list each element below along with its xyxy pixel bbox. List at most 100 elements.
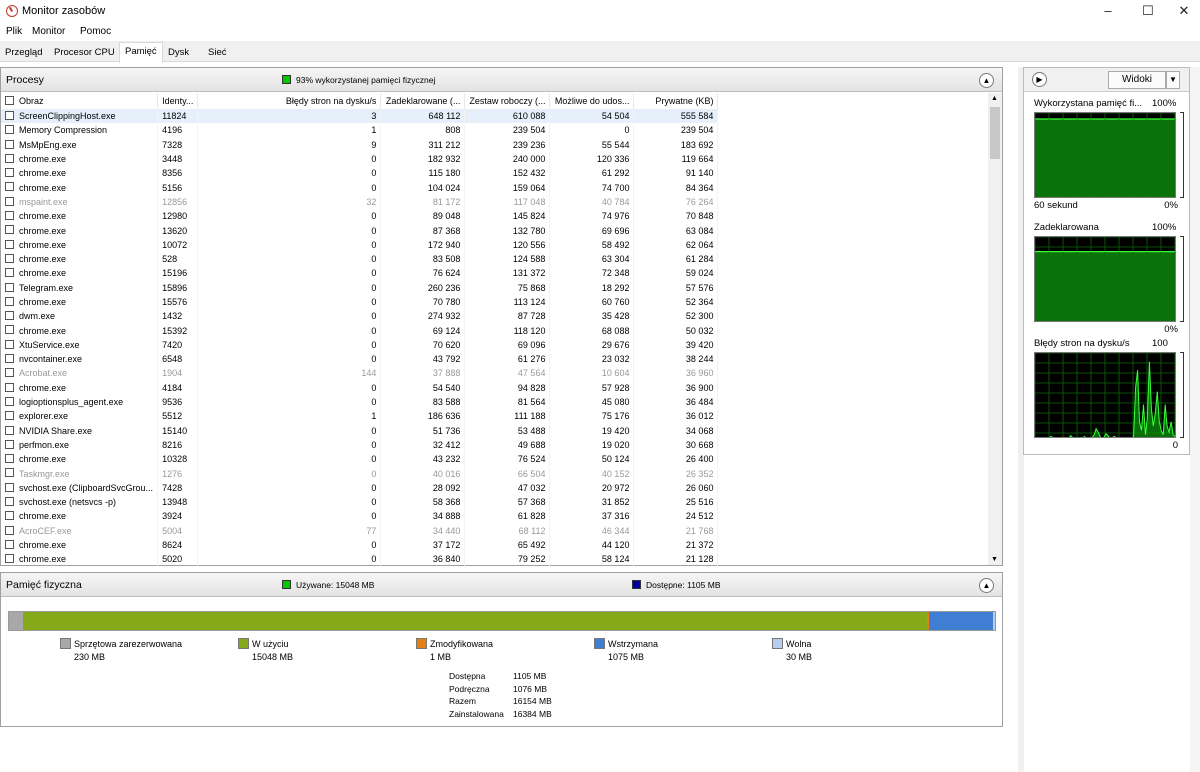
- process-name[interactable]: svchost.exe (netsvcs -p): [1, 495, 159, 510]
- process-name[interactable]: chrome.exe: [1, 509, 159, 524]
- table-row[interactable]: svchost.exe (netsvcs -p) 13948 0 58 368 57 3…: [1, 495, 719, 510]
- process-name[interactable]: dwm.exe: [1, 309, 159, 324]
- process-name[interactable]: chrome.exe: [1, 151, 159, 167]
- process-name[interactable]: chrome.exe: [1, 223, 159, 238]
- table-row[interactable]: Telegram.exe 15896 0 260 236 75 868 18 292 57 …: [1, 280, 719, 295]
- process-name[interactable]: perfmon.exe: [1, 437, 159, 453]
- process-checkbox[interactable]: [5, 482, 14, 492]
- table-row[interactable]: svchost.exe (ClipboardSvcGrou... 7428 0 28 …: [1, 480, 719, 496]
- collapse-processes-icon[interactable]: ▲: [979, 73, 994, 88]
- table-row[interactable]: chrome.exe 5020 0 36 840 79 252 58 124 21 128: [1, 552, 719, 567]
- process-name[interactable]: chrome.exe: [1, 237, 159, 252]
- process-name[interactable]: NVIDIA Share.exe: [1, 423, 159, 438]
- menu-plik[interactable]: Plik: [6, 26, 22, 37]
- process-name[interactable]: chrome.exe: [1, 294, 159, 310]
- process-checkbox[interactable]: [5, 525, 14, 535]
- scroll-thumb[interactable]: [990, 107, 1000, 159]
- process-checkbox[interactable]: [5, 139, 14, 149]
- table-row[interactable]: Acrobat.exe 1904 144 37 888 47 564 10 604 36 9…: [1, 366, 719, 381]
- table-row[interactable]: explorer.exe 5512 1 186 636 111 188 75 176 36 …: [1, 409, 719, 424]
- process-checkbox[interactable]: [5, 253, 14, 263]
- process-name[interactable]: chrome.exe: [1, 452, 159, 467]
- table-row[interactable]: nvcontainer.exe 6548 0 43 792 61 276 23 032 38…: [1, 352, 719, 367]
- process-name[interactable]: chrome.exe: [1, 251, 159, 267]
- table-row[interactable]: chrome.exe 8356 0 115 180 152 432 61 292 91 14…: [1, 166, 719, 181]
- process-checkbox[interactable]: [5, 125, 14, 135]
- process-name[interactable]: MsMpEng.exe: [1, 137, 159, 152]
- process-name[interactable]: AcroCEF.exe: [1, 523, 159, 538]
- process-name[interactable]: svchost.exe (ClipboardSvcGrou...: [1, 480, 159, 496]
- table-row[interactable]: chrome.exe 8624 0 37 172 65 492 44 120 21 372: [1, 537, 719, 553]
- table-row[interactable]: chrome.exe 15576 0 70 780 113 124 60 760 52 36…: [1, 294, 719, 310]
- process-name[interactable]: chrome.exe: [1, 552, 159, 567]
- process-checkbox[interactable]: [5, 497, 14, 507]
- table-row[interactable]: dwm.exe 1432 0 274 932 87 728 35 428 52 300: [1, 309, 719, 324]
- table-row[interactable]: NVIDIA Share.exe 15140 0 51 736 53 488 19 420…: [1, 423, 719, 438]
- process-checkbox[interactable]: [5, 211, 14, 221]
- process-name[interactable]: chrome.exe: [1, 166, 159, 181]
- menu-pomoc[interactable]: Pomoc: [80, 26, 111, 37]
- table-row[interactable]: chrome.exe 528 0 83 508 124 588 63 304 61 284: [1, 251, 719, 267]
- table-row[interactable]: Taskmgr.exe 1276 0 40 016 66 504 40 152 26 352: [1, 466, 719, 481]
- table-row[interactable]: chrome.exe 10072 0 172 940 120 556 58 492 62 0…: [1, 237, 719, 252]
- process-checkbox[interactable]: [5, 396, 14, 406]
- table-row[interactable]: logioptionsplus_agent.exe 9536 0 83 588 81 5…: [1, 394, 719, 410]
- process-name[interactable]: chrome.exe: [1, 537, 159, 553]
- process-checkbox[interactable]: [5, 182, 14, 192]
- process-name[interactable]: explorer.exe: [1, 409, 159, 424]
- process-name[interactable]: Acrobat.exe: [1, 366, 159, 381]
- process-checkbox[interactable]: [5, 282, 14, 292]
- table-row[interactable]: ScreenClippingHost.exe 11824 3 648 112 610 0…: [1, 109, 719, 124]
- process-name[interactable]: Taskmgr.exe: [1, 466, 159, 481]
- process-checkbox[interactable]: [5, 339, 14, 349]
- column-header-commit[interactable]: Zadeklarowane (...: [380, 93, 466, 109]
- column-header-image[interactable]: Obraz: [1, 93, 159, 109]
- process-checkbox[interactable]: [5, 296, 14, 306]
- process-name[interactable]: nvcontainer.exe: [1, 352, 159, 367]
- tab-memory[interactable]: Pamięć: [119, 42, 163, 63]
- sidebar-scrollbar[interactable]: [1190, 67, 1200, 772]
- process-checkbox[interactable]: [5, 354, 14, 364]
- column-header-working-set[interactable]: Zestaw roboczy (...: [464, 93, 551, 109]
- physical-memory-header[interactable]: Pamięć fizyczna Używane: 15048 MB Dostęp…: [1, 573, 1002, 597]
- table-row[interactable]: chrome.exe 15392 0 69 124 118 120 68 088 50 03…: [1, 323, 719, 338]
- process-checkbox[interactable]: [5, 554, 14, 564]
- tab-cpu[interactable]: Procesor CPU: [49, 44, 120, 62]
- table-row[interactable]: XtuService.exe 7420 0 70 620 69 096 29 676 39 …: [1, 337, 719, 353]
- process-checkbox[interactable]: [5, 454, 14, 464]
- process-name[interactable]: logioptionsplus_agent.exe: [1, 394, 159, 410]
- process-checkbox[interactable]: [5, 168, 14, 178]
- process-checkbox[interactable]: [5, 311, 14, 321]
- tab-przeglad[interactable]: Przegląd: [0, 44, 48, 62]
- process-checkbox[interactable]: [5, 411, 14, 421]
- tab-network[interactable]: Sieć: [203, 44, 231, 62]
- table-row[interactable]: perfmon.exe 8216 0 32 412 49 688 19 020 30 668: [1, 437, 719, 453]
- process-checkbox[interactable]: [5, 111, 14, 120]
- process-name[interactable]: mspaint.exe: [1, 194, 159, 210]
- process-checkbox[interactable]: [5, 539, 14, 549]
- process-name[interactable]: XtuService.exe: [1, 337, 159, 353]
- table-row[interactable]: AcroCEF.exe 5004 77 34 440 68 112 46 344 21 76…: [1, 523, 719, 538]
- table-row[interactable]: chrome.exe 13620 0 87 368 132 780 69 696 63 08…: [1, 223, 719, 238]
- table-row[interactable]: chrome.exe 4184 0 54 540 94 828 57 928 36 900: [1, 380, 719, 395]
- minimize-button[interactable]: –: [1090, 0, 1126, 24]
- menu-monitor[interactable]: Monitor: [32, 26, 65, 37]
- select-all-checkbox[interactable]: [5, 96, 14, 105]
- process-checkbox[interactable]: [5, 425, 14, 435]
- process-checkbox[interactable]: [5, 511, 14, 521]
- process-name[interactable]: ScreenClippingHost.exe: [1, 109, 159, 124]
- scroll-down-icon[interactable]: ▼: [991, 556, 998, 563]
- process-name[interactable]: chrome.exe: [1, 380, 159, 395]
- process-checkbox[interactable]: [5, 196, 14, 206]
- collapse-physical-icon[interactable]: ▲: [979, 578, 994, 593]
- table-row[interactable]: chrome.exe 15196 0 76 624 131 372 72 348 59 02…: [1, 266, 719, 281]
- process-checkbox[interactable]: [5, 368, 14, 378]
- table-row[interactable]: MsMpEng.exe 7328 9 311 212 239 236 55 544 183 …: [1, 137, 719, 152]
- process-checkbox[interactable]: [5, 439, 14, 449]
- table-row[interactable]: chrome.exe 12980 0 89 048 145 824 74 976 70 84…: [1, 209, 719, 224]
- views-dropdown-icon[interactable]: ▼: [1166, 71, 1180, 89]
- table-row[interactable]: Memory Compression 4196 1 808 239 504 0 239 50…: [1, 123, 719, 138]
- process-name[interactable]: chrome.exe: [1, 209, 159, 224]
- table-row[interactable]: mspaint.exe 12856 32 81 172 117 048 40 784 76 …: [1, 194, 719, 210]
- process-checkbox[interactable]: [5, 325, 14, 335]
